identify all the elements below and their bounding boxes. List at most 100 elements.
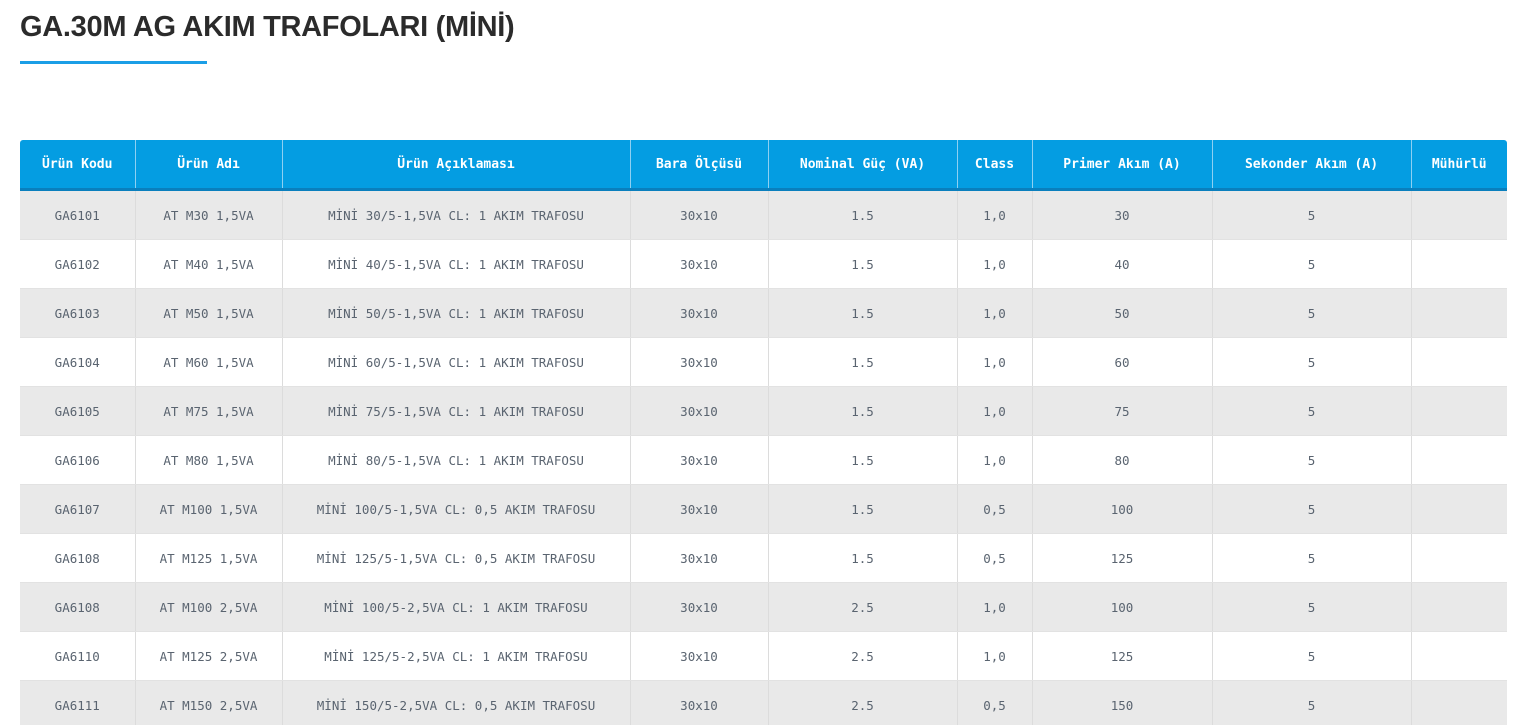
cell-sealed bbox=[1411, 631, 1507, 681]
cell-code: GA6101 bbox=[20, 189, 136, 240]
cell-class: 1,0 bbox=[957, 337, 1033, 387]
cell-name: AT M150 2,5VA bbox=[135, 680, 283, 725]
table-row: GA6106 AT M80 1,5VA MİNİ 80/5-1,5VA CL: 1 … bbox=[20, 435, 1507, 485]
cell-sealed bbox=[1411, 386, 1507, 436]
cell-nominal-power: 2.5 bbox=[768, 631, 958, 681]
cell-class: 1,0 bbox=[957, 435, 1033, 485]
cell-description: MİNİ 125/5-2,5VA CL: 1 AKIM TRAFOSU bbox=[282, 631, 631, 681]
cell-description: MİNİ 100/5-1,5VA CL: 0,5 AKIM TRAFOSU bbox=[282, 484, 631, 534]
cell-code: GA6105 bbox=[20, 386, 136, 436]
cell-code: GA6104 bbox=[20, 337, 136, 387]
cell-description: MİNİ 75/5-1,5VA CL: 1 AKIM TRAFOSU bbox=[282, 386, 631, 436]
cell-primary-current: 125 bbox=[1032, 533, 1213, 583]
cell-primary-current: 40 bbox=[1032, 239, 1213, 289]
cell-secondary-current: 5 bbox=[1212, 582, 1412, 632]
cell-primary-current: 60 bbox=[1032, 337, 1213, 387]
cell-name: AT M100 1,5VA bbox=[135, 484, 283, 534]
table-row: GA6104 AT M60 1,5VA MİNİ 60/5-1,5VA CL: 1 … bbox=[20, 337, 1507, 387]
column-header-nominal-power: Nominal Güç (VA) bbox=[768, 140, 958, 191]
cell-code: GA6102 bbox=[20, 239, 136, 289]
cell-primary-current: 150 bbox=[1032, 680, 1213, 725]
cell-bar-size: 30x10 bbox=[630, 435, 769, 485]
cell-class: 1,0 bbox=[957, 631, 1033, 681]
cell-class: 0,5 bbox=[957, 533, 1033, 583]
cell-nominal-power: 1.5 bbox=[768, 435, 958, 485]
cell-description: MİNİ 30/5-1,5VA CL: 1 AKIM TRAFOSU bbox=[282, 189, 631, 240]
cell-name: AT M125 2,5VA bbox=[135, 631, 283, 681]
column-header-description: Ürün Açıklaması bbox=[282, 140, 631, 191]
cell-sealed bbox=[1411, 189, 1507, 240]
cell-description: MİNİ 100/5-2,5VA CL: 1 AKIM TRAFOSU bbox=[282, 582, 631, 632]
cell-nominal-power: 2.5 bbox=[768, 582, 958, 632]
cell-nominal-power: 1.5 bbox=[768, 337, 958, 387]
cell-class: 1,0 bbox=[957, 386, 1033, 436]
column-header-class: Class bbox=[957, 140, 1033, 191]
cell-secondary-current: 5 bbox=[1212, 680, 1412, 725]
table-row: GA6103 AT M50 1,5VA MİNİ 50/5-1,5VA CL: 1 … bbox=[20, 288, 1507, 338]
cell-bar-size: 30x10 bbox=[630, 386, 769, 436]
cell-secondary-current: 5 bbox=[1212, 337, 1412, 387]
cell-code: GA6107 bbox=[20, 484, 136, 534]
cell-nominal-power: 1.5 bbox=[768, 239, 958, 289]
cell-nominal-power: 1.5 bbox=[768, 189, 958, 240]
cell-code: GA6111 bbox=[20, 680, 136, 725]
cell-sealed bbox=[1411, 288, 1507, 338]
table-row: GA6101 AT M30 1,5VA MİNİ 30/5-1,5VA CL: 1 … bbox=[20, 189, 1507, 240]
cell-description: MİNİ 150/5-2,5VA CL: 0,5 AKIM TRAFOSU bbox=[282, 680, 631, 725]
table-row: GA6110 AT M125 2,5VA MİNİ 125/5-2,5VA CL: … bbox=[20, 631, 1507, 681]
column-header-bar-size: Bara Ölçüsü bbox=[630, 140, 769, 191]
cell-name: AT M50 1,5VA bbox=[135, 288, 283, 338]
cell-name: AT M75 1,5VA bbox=[135, 386, 283, 436]
cell-nominal-power: 1.5 bbox=[768, 288, 958, 338]
cell-secondary-current: 5 bbox=[1212, 239, 1412, 289]
cell-sealed bbox=[1411, 337, 1507, 387]
column-header-secondary-current: Sekonder Akım (A) bbox=[1212, 140, 1412, 191]
cell-bar-size: 30x10 bbox=[630, 533, 769, 583]
cell-name: AT M40 1,5VA bbox=[135, 239, 283, 289]
cell-secondary-current: 5 bbox=[1212, 631, 1412, 681]
cell-secondary-current: 5 bbox=[1212, 484, 1412, 534]
cell-description: MİNİ 50/5-1,5VA CL: 1 AKIM TRAFOSU bbox=[282, 288, 631, 338]
table-header-row: Ürün Kodu Ürün Adı Ürün Açıklaması Bara Ölç… bbox=[20, 140, 1507, 191]
cell-code: GA6110 bbox=[20, 631, 136, 681]
cell-secondary-current: 5 bbox=[1212, 386, 1412, 436]
cell-class: 0,5 bbox=[957, 680, 1033, 725]
cell-sealed bbox=[1411, 484, 1507, 534]
title-underline bbox=[20, 61, 207, 64]
cell-name: AT M30 1,5VA bbox=[135, 189, 283, 240]
column-header-code: Ürün Kodu bbox=[20, 140, 136, 191]
cell-class: 1,0 bbox=[957, 582, 1033, 632]
cell-name: AT M80 1,5VA bbox=[135, 435, 283, 485]
cell-primary-current: 50 bbox=[1032, 288, 1213, 338]
column-header-primary-current: Primer Akım (A) bbox=[1032, 140, 1213, 191]
cell-bar-size: 30x10 bbox=[630, 631, 769, 681]
cell-secondary-current: 5 bbox=[1212, 189, 1412, 240]
cell-sealed bbox=[1411, 533, 1507, 583]
page: GA.30M AG AKIM TRAFOLARI (MİNİ) Ürün Kod… bbox=[0, 0, 1522, 725]
cell-class: 0,5 bbox=[957, 484, 1033, 534]
column-header-sealed: Mühürlü bbox=[1411, 140, 1507, 191]
table-row: GA6108 AT M125 1,5VA MİNİ 125/5-1,5VA CL: … bbox=[20, 533, 1507, 583]
cell-class: 1,0 bbox=[957, 189, 1033, 240]
cell-secondary-current: 5 bbox=[1212, 288, 1412, 338]
cell-sealed bbox=[1411, 680, 1507, 725]
table-row: GA6102 AT M40 1,5VA MİNİ 40/5-1,5VA CL: 1 … bbox=[20, 239, 1507, 289]
cell-nominal-power: 1.5 bbox=[768, 533, 958, 583]
table-body: GA6101 AT M30 1,5VA MİNİ 30/5-1,5VA CL: 1 … bbox=[20, 189, 1507, 725]
cell-sealed bbox=[1411, 582, 1507, 632]
cell-bar-size: 30x10 bbox=[630, 337, 769, 387]
table-header: Ürün Kodu Ürün Adı Ürün Açıklaması Bara Ölç… bbox=[20, 140, 1507, 191]
cell-bar-size: 30x10 bbox=[630, 582, 769, 632]
cell-sealed bbox=[1411, 435, 1507, 485]
cell-description: MİNİ 60/5-1,5VA CL: 1 AKIM TRAFOSU bbox=[282, 337, 631, 387]
table-row: GA6108 AT M100 2,5VA MİNİ 100/5-2,5VA CL: … bbox=[20, 582, 1507, 632]
table-row: GA6105 AT M75 1,5VA MİNİ 75/5-1,5VA CL: 1 … bbox=[20, 386, 1507, 436]
cell-secondary-current: 5 bbox=[1212, 435, 1412, 485]
cell-nominal-power: 2.5 bbox=[768, 680, 958, 725]
cell-code: GA6106 bbox=[20, 435, 136, 485]
cell-sealed bbox=[1411, 239, 1507, 289]
page-title: GA.30M AG AKIM TRAFOLARI (MİNİ) bbox=[20, 11, 515, 43]
products-table: Ürün Kodu Ürün Adı Ürün Açıklaması Bara Ölç… bbox=[20, 140, 1507, 725]
cell-nominal-power: 1.5 bbox=[768, 386, 958, 436]
cell-description: MİNİ 80/5-1,5VA CL: 1 AKIM TRAFOSU bbox=[282, 435, 631, 485]
